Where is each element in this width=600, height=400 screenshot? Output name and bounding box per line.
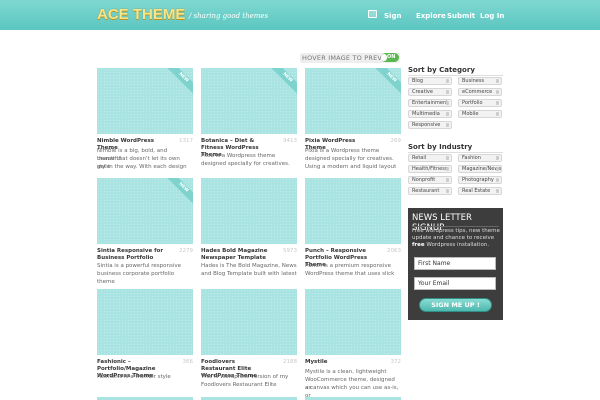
site-tagline: / sharing good themes [189,12,269,20]
theme-thumbnail[interactable] [201,289,297,355]
nav-login-link[interactable]: Log In [480,12,504,20]
theme-description-line: designed specially for creatives. [201,161,290,167]
header-zigzag-edge [0,27,600,33]
theme-description-line: Pixia is a Wordpress theme [201,153,276,159]
theme-card[interactable]: Foodlovers Restaurant Elite WordPress Th… [201,289,297,400]
filter-tag[interactable]: Health/Fitness [408,165,452,173]
theme-card[interactable]: Fashionic – Portfolio/Magazine WordPress… [97,289,193,400]
nav-explore-link[interactable]: Explore [416,12,446,20]
first-name-input[interactable] [414,257,496,270]
nav-submit-link[interactable]: Submit [447,12,475,20]
sort-by-category-heading: Sort by Category [408,66,475,74]
theme-description-line: designed specially for creatives. [305,156,394,162]
divider [412,226,499,227]
sign-me-up-button[interactable]: SIGN ME UP ! [419,298,492,312]
view-count: 372 [390,359,402,365]
theme-description-line: Fashionic is a trumblr style [97,374,171,380]
view-count: 366 [182,359,194,365]
filter-tag[interactable]: Blog [408,77,452,85]
theme-card[interactable]: NEW Nimble WordPress Theme 1317 Nimble is a… [97,68,193,183]
theme-card[interactable]: Mystile 372 Mystile is a clean, lightweigh… [305,289,401,400]
view-count: 2063 [387,248,401,254]
divider [408,75,503,76]
filter-tag[interactable]: Creative [408,88,452,96]
newsletter-text: Free wordpress tips, new theme update an… [412,228,500,241]
filter-tag[interactable]: Retail [408,154,452,162]
newsletter-description: Free wordpress tips, new theme update an… [412,228,502,249]
toggle-state-label: ON [387,54,396,60]
filter-tag[interactable]: Real Estate [458,187,502,195]
theme-card[interactable]: Punch – Responsive Portfolio WordPress T… [305,178,401,293]
nav-signin-label[interactable]: Sign [384,12,401,20]
theme-card[interactable]: NEW Botanica – Diet & Fitness WordPress T… [201,68,297,183]
newsletter-text-end: Wordpress installation. [426,242,490,248]
filter-tag[interactable]: Nonprofit [408,176,452,184]
theme-card[interactable]: NEW Sintia Responsive for Business Portfo… [97,178,193,293]
filter-tag[interactable]: eCommerce [458,88,502,96]
view-count: 1317 [179,138,193,144]
filter-tag[interactable]: Photography [458,176,502,184]
newsletter-text-bold: free [412,242,425,248]
filter-tag[interactable]: Multimedia [408,110,452,118]
email-input[interactable] [414,277,496,290]
filter-tag[interactable]: Portfolio [458,99,502,107]
site-logo[interactable]: ACE THEME [97,6,185,23]
theme-description-line: Using a modern and liquid layout [305,164,397,170]
theme-title-link[interactable]: Hades Bold Magazine Newspaper Template [201,248,271,262]
theme-thumbnail[interactable] [97,289,193,355]
theme-thumbnail[interactable] [305,289,401,355]
theme-thumbnail[interactable] [305,178,401,244]
filter-tag[interactable]: Business [458,77,502,85]
header-bar [0,0,600,30]
theme-thumbnail[interactable] [201,178,297,244]
filter-tag[interactable]: Magazine/News [458,165,502,173]
theme-description-line: This is Wordpress version of my [201,374,289,380]
theme-description-line: Punch is a premium responsive [305,263,391,269]
theme-description-line: business corporate portfolio theme [97,271,175,285]
theme-description-line: WordPress theme that uses slick [305,271,395,277]
view-count: 5973 [283,248,297,254]
theme-description-line: and Blog Template built with latest [201,271,297,277]
divider [408,152,503,153]
filter-tag[interactable]: Entertainment [408,99,452,107]
theme-card[interactable]: Hades Bold Magazine Newspaper Template 59… [201,178,297,293]
theme-description-line: Pixia is a Wordpress theme [305,148,380,154]
filter-tag[interactable]: Fashion [458,154,502,162]
view-count: 9413 [283,138,297,144]
newsletter-box: NEWS LETTER SIGNUP Free wordpress tips, … [408,208,503,320]
filter-tag[interactable]: Responsive [408,121,452,129]
theme-description-line: Foodlovers Restaurant Elite [201,382,277,388]
theme-description-line: get in the way. With each design [97,164,187,170]
theme-description-line: Sintia is a powerful responsive [97,263,182,269]
theme-card[interactable]: NEW Pixia WordPress Theme 269 Pixia is a Wo… [305,68,401,183]
view-count: 269 [390,138,402,144]
view-count: 2279 [179,248,193,254]
filter-tag[interactable]: Restaurant [408,187,452,195]
filter-tag[interactable]: Mobile [458,110,502,118]
theme-title-link[interactable]: Mystile [305,359,375,366]
nav-signin-link[interactable]: Sign [368,12,401,20]
theme-description-line: Mystile is a clean, lightweight [305,369,387,375]
theme-description-line: Hades is The Bold Magazine, News [201,263,297,269]
sort-by-industry-heading: Sort by Industry [408,143,473,151]
view-count: 2188 [283,359,297,365]
theme-title-link[interactable]: Sintia Responsive for Business Portfolio [97,248,167,262]
